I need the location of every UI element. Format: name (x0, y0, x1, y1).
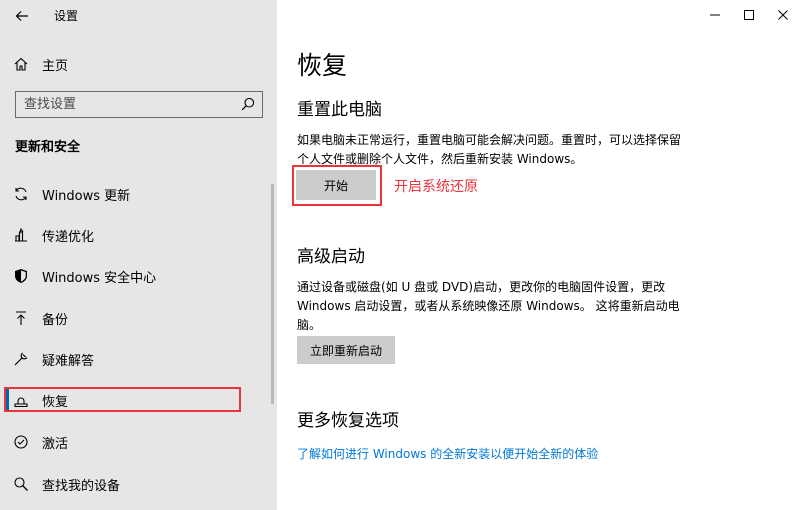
search-icon[interactable] (241, 97, 255, 111)
sidebar-item-find-my-device[interactable]: 查找我的设备 (0, 466, 270, 502)
sync-icon (12, 185, 30, 203)
sidebar-item-activation[interactable]: 激活 (0, 424, 270, 460)
sidebar-item-label: 传递优化 (42, 229, 95, 245)
shield-icon (12, 267, 30, 285)
advanced-startup-description: 通过设备或磁盘(如 U 盘或 DVD)启动，更改你的电脑固件设置，更改 Wind… (297, 278, 702, 335)
activation-icon (12, 433, 30, 451)
sidebar: 设置 主页 更新和安全 Windows 更新 传递优化 Windows 安全中心 (0, 0, 277, 510)
window-controls (698, 0, 800, 30)
sidebar-item-label: 查找我的设备 (42, 478, 121, 494)
description-line: 脑。 (297, 318, 322, 332)
advanced-startup-heading: 高级启动 (297, 247, 365, 267)
sidebar-item-windows-update[interactable]: Windows 更新 (0, 176, 270, 212)
search-box (15, 91, 263, 118)
close-icon (778, 10, 788, 20)
start-reset-button[interactable]: 开始 (296, 170, 376, 200)
find-device-icon (12, 475, 30, 493)
sidebar-scrollbar[interactable] (271, 184, 274, 404)
back-arrow-icon (15, 11, 28, 21)
sidebar-item-label: 恢复 (42, 394, 69, 410)
description-line: 个人文件或删除个人文件，然后重新安装 Windows。 (297, 152, 583, 166)
main-content: 恢复 重置此电脑 如果电脑未正常运行，重置电脑可能会解决问题。重置时，可以选择保… (277, 0, 800, 510)
sidebar-item-label: Windows 更新 (42, 188, 131, 204)
description-line: 通过设备或磁盘(如 U 盘或 DVD)启动，更改你的电脑固件设置，更改 (297, 280, 666, 294)
close-button[interactable] (766, 0, 800, 30)
reset-pc-heading: 重置此电脑 (297, 100, 382, 120)
delivery-optimization-icon (12, 226, 30, 244)
page-title: 恢复 (297, 51, 348, 80)
sidebar-item-recovery[interactable]: 恢复 (0, 382, 270, 418)
sidebar-item-troubleshoot[interactable]: 疑难解答 (0, 341, 270, 377)
sidebar-item-security-center[interactable]: Windows 安全中心 (0, 258, 270, 294)
description-line: Windows 启动设置，或者从系统映像还原 Windows。 这将重新启动电 (297, 299, 680, 313)
back-button[interactable] (10, 5, 34, 27)
search-input[interactable] (16, 92, 231, 116)
description-line: 如果电脑未正常运行，重置电脑可能会解决问题。重置时，可以选择保留 (297, 133, 682, 147)
minimize-icon (710, 14, 720, 16)
home-icon (12, 55, 30, 73)
maximize-icon (744, 10, 754, 20)
sidebar-item-home[interactable]: 主页 (0, 46, 270, 82)
backup-icon (12, 309, 30, 327)
sidebar-item-label: Windows 安全中心 (42, 270, 157, 286)
restart-now-button[interactable]: 立即重新启动 (297, 336, 395, 364)
title-bar: 设置 (0, 0, 277, 32)
sidebar-item-delivery-optimization[interactable]: 传递优化 (0, 217, 270, 253)
app-title: 设置 (54, 9, 79, 23)
annotation-label: 开启系统还原 (394, 179, 478, 195)
section-heading: 更新和安全 (15, 140, 81, 155)
maximize-button[interactable] (732, 0, 766, 30)
recovery-icon (12, 391, 30, 409)
fresh-install-link[interactable]: 了解如何进行 Windows 的全新安装以便开始全新的体验 (297, 445, 598, 462)
sidebar-item-label: 主页 (42, 58, 69, 74)
reset-pc-description: 如果电脑未正常运行，重置电脑可能会解决问题。重置时，可以选择保留 个人文件或删除… (297, 131, 702, 169)
sidebar-item-label: 激活 (42, 436, 69, 452)
more-recovery-options-heading: 更多恢复选项 (297, 411, 399, 431)
sidebar-item-label: 备份 (42, 312, 69, 328)
sidebar-item-label: 疑难解答 (42, 353, 95, 369)
sidebar-item-backup[interactable]: 备份 (0, 300, 270, 336)
minimize-button[interactable] (698, 0, 732, 30)
wrench-icon (12, 350, 30, 368)
